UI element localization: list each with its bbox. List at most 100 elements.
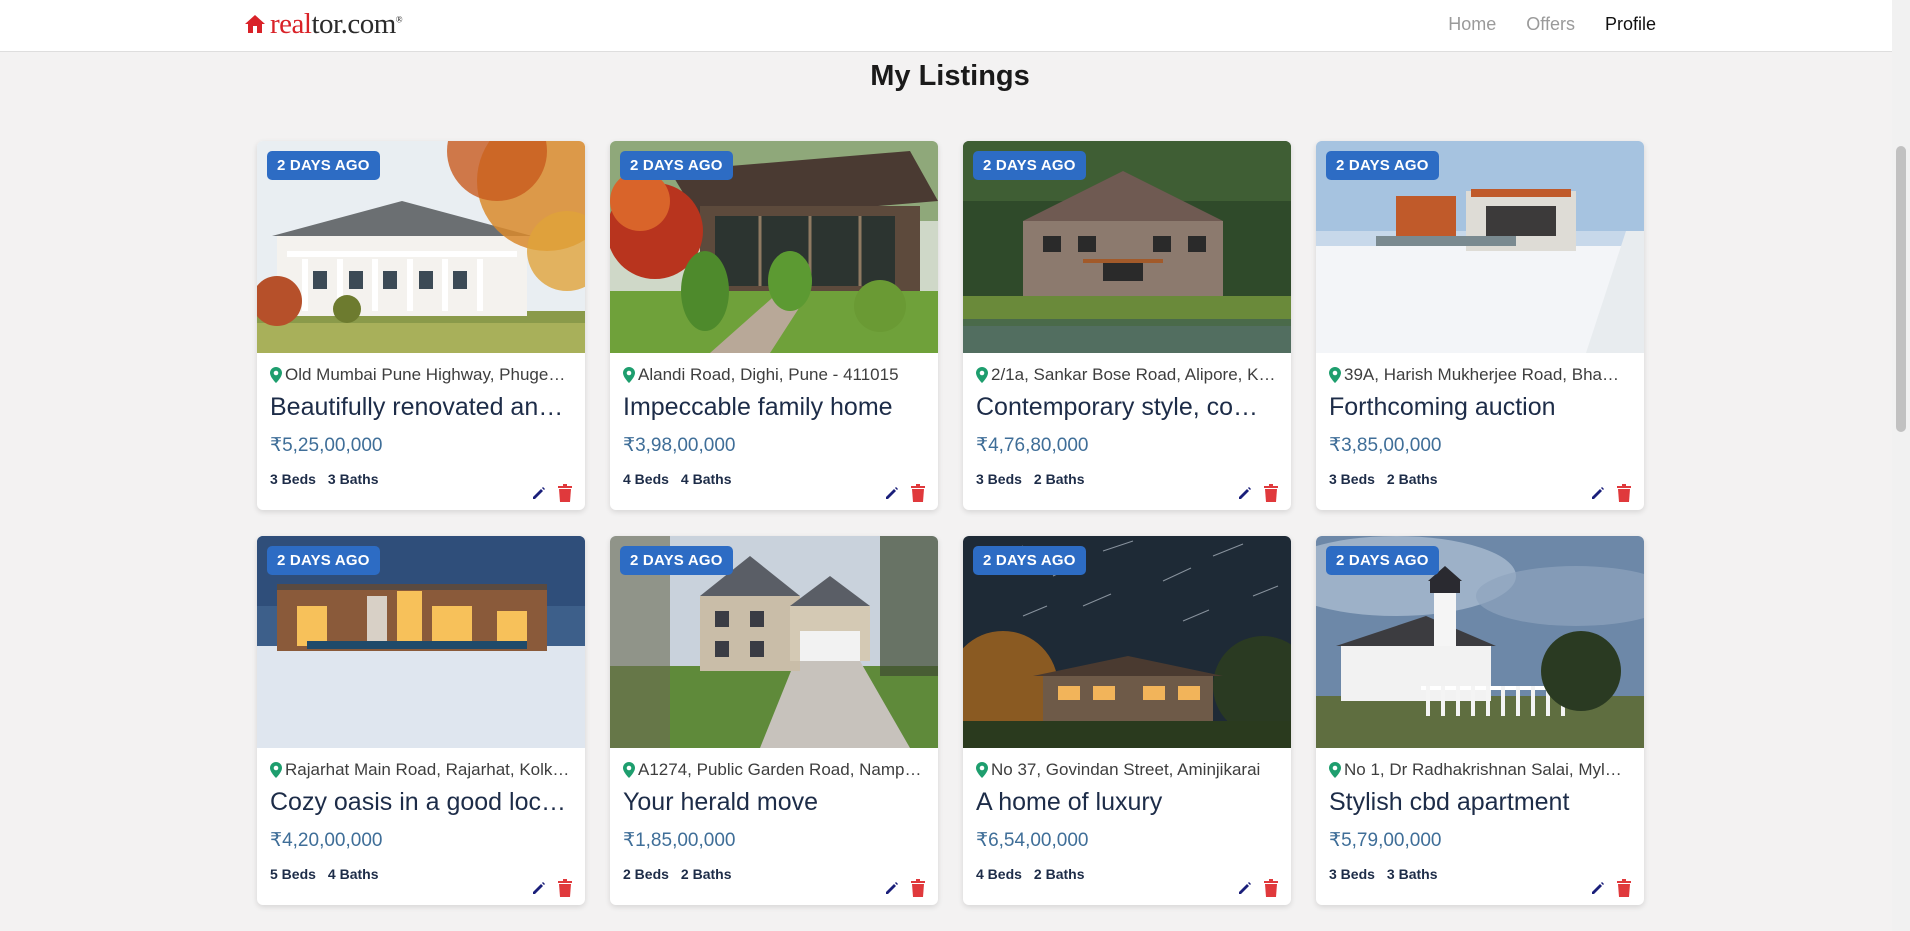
- listing-title[interactable]: Beautifully renovated and restored: [270, 393, 572, 422]
- listing-photo[interactable]: 2 DAYS AGO: [257, 141, 585, 353]
- listing-photo[interactable]: 2 DAYS AGO: [963, 536, 1291, 748]
- listing-card[interactable]: 2 DAYS AGO 2/1a, Sankar Bose Road, Alipo…: [963, 141, 1291, 510]
- delete-icon[interactable]: [1616, 484, 1632, 502]
- listing-card[interactable]: 2 DAYS AGO No 37, Govindan Street, Aminj…: [963, 536, 1291, 905]
- nav-links: Home Offers Profile: [1448, 0, 1656, 48]
- beds-count: 4 Beds: [623, 471, 669, 487]
- listings-grid: 2 DAYS AGO Old Mumbai Pune Highway, Phug…: [257, 141, 1644, 905]
- listing-specs: 4 Beds 2 Baths: [976, 866, 1278, 882]
- baths-count: 3 Baths: [1386, 866, 1438, 882]
- listing-address: Rajarhat Main Road, Rajarhat, Kolkata: [270, 760, 572, 780]
- location-pin-icon: [623, 367, 635, 383]
- listing-address: No 37, Govindan Street, Aminjikarai: [976, 760, 1278, 780]
- listing-photo[interactable]: 2 DAYS AGO: [610, 536, 938, 748]
- baths-count: 2 Baths: [1033, 471, 1085, 487]
- listing-address: No 1, Dr Radhakrishnan Salai, Mylapore: [1329, 760, 1631, 780]
- listed-time-badge: 2 DAYS AGO: [1326, 546, 1439, 575]
- scrollbar-thumb[interactable]: [1896, 146, 1906, 432]
- delete-icon[interactable]: [557, 879, 573, 897]
- listing-price: ₹4,76,80,000: [976, 435, 1089, 456]
- listing-address: 2/1a, Sankar Bose Road, Alipore, Kolkata: [976, 365, 1278, 385]
- listing-address: 39A, Harish Mukherjee Road, Bhawanipur: [1329, 365, 1631, 385]
- baths-count: 2 Baths: [1386, 471, 1438, 487]
- nav-profile-link[interactable]: Profile: [1605, 14, 1656, 35]
- listing-photo[interactable]: 2 DAYS AGO: [610, 141, 938, 353]
- edit-icon[interactable]: [1590, 485, 1606, 501]
- location-pin-icon: [270, 762, 282, 778]
- location-pin-icon: [976, 367, 988, 383]
- beds-count: 3 Beds: [1329, 866, 1375, 882]
- location-pin-icon: [1329, 762, 1341, 778]
- nav-home-link[interactable]: Home: [1448, 14, 1496, 35]
- listing-title[interactable]: Your herald move: [623, 788, 925, 817]
- edit-icon[interactable]: [531, 880, 547, 896]
- listed-time-badge: 2 DAYS AGO: [973, 151, 1086, 180]
- listing-address: Old Mumbai Pune Highway, Phugewadi: [270, 365, 572, 385]
- location-pin-icon: [623, 762, 635, 778]
- logo-wordmark: realtor.com®: [270, 7, 403, 40]
- listing-title[interactable]: Contemporary style, comfort: [976, 393, 1278, 422]
- beds-count: 4 Beds: [976, 866, 1022, 882]
- listing-title[interactable]: Forthcoming auction: [1329, 393, 1631, 422]
- edit-icon[interactable]: [884, 880, 900, 896]
- listing-title[interactable]: A home of luxury: [976, 788, 1278, 817]
- edit-icon[interactable]: [1590, 880, 1606, 896]
- listing-price: ₹3,98,00,000: [623, 435, 736, 456]
- top-navbar: realtor.com® Home Offers Profile: [0, 0, 1892, 52]
- listing-photo[interactable]: 2 DAYS AGO: [1316, 141, 1644, 353]
- page-scrollbar[interactable]: [1892, 0, 1910, 931]
- listing-price: ₹4,20,00,000: [270, 830, 383, 851]
- listing-specs: 4 Beds 4 Baths: [623, 471, 925, 487]
- edit-icon[interactable]: [1237, 485, 1253, 501]
- listed-time-badge: 2 DAYS AGO: [267, 151, 380, 180]
- baths-count: 4 Baths: [327, 866, 379, 882]
- location-pin-icon: [976, 762, 988, 778]
- delete-icon[interactable]: [1263, 879, 1279, 897]
- baths-count: 2 Baths: [1033, 866, 1085, 882]
- listing-title[interactable]: Stylish cbd apartment: [1329, 788, 1631, 817]
- listing-title[interactable]: Cozy oasis in a good location: [270, 788, 572, 817]
- location-pin-icon: [270, 367, 282, 383]
- listing-card[interactable]: 2 DAYS AGO A1274, Public Garden Road, Na…: [610, 536, 938, 905]
- listing-address: Alandi Road, Dighi, Pune - 411015: [623, 365, 925, 385]
- delete-icon[interactable]: [557, 484, 573, 502]
- listed-time-badge: 2 DAYS AGO: [620, 546, 733, 575]
- page-title: My Listings: [870, 60, 1030, 92]
- listing-photo[interactable]: 2 DAYS AGO: [1316, 536, 1644, 748]
- listing-price: ₹5,25,00,000: [270, 435, 383, 456]
- listing-card[interactable]: 2 DAYS AGO No 1, Dr Radhakrishnan Salai,…: [1316, 536, 1644, 905]
- listing-card[interactable]: 2 DAYS AGO Alandi Road, Dighi, Pune - 41…: [610, 141, 938, 510]
- listing-specs: 3 Beds 2 Baths: [976, 471, 1278, 487]
- edit-icon[interactable]: [531, 485, 547, 501]
- listed-time-badge: 2 DAYS AGO: [1326, 151, 1439, 180]
- edit-icon[interactable]: [884, 485, 900, 501]
- nav-offers-link[interactable]: Offers: [1526, 14, 1575, 35]
- listing-price: ₹3,85,00,000: [1329, 435, 1442, 456]
- beds-count: 3 Beds: [270, 471, 316, 487]
- listing-card[interactable]: 2 DAYS AGO Rajarhat Main Road, Rajarhat,…: [257, 536, 585, 905]
- listing-specs: 3 Beds 3 Baths: [1329, 866, 1631, 882]
- brand-logo[interactable]: realtor.com®: [244, 7, 403, 40]
- listing-price: ₹1,85,00,000: [623, 830, 736, 851]
- listed-time-badge: 2 DAYS AGO: [267, 546, 380, 575]
- beds-count: 2 Beds: [623, 866, 669, 882]
- beds-count: 3 Beds: [1329, 471, 1375, 487]
- listing-specs: 3 Beds 2 Baths: [1329, 471, 1631, 487]
- delete-icon[interactable]: [1263, 484, 1279, 502]
- location-pin-icon: [1329, 367, 1341, 383]
- listing-photo[interactable]: 2 DAYS AGO: [963, 141, 1291, 353]
- delete-icon[interactable]: [910, 879, 926, 897]
- listing-price: ₹6,54,00,000: [976, 830, 1089, 851]
- delete-icon[interactable]: [910, 484, 926, 502]
- listing-card[interactable]: 2 DAYS AGO Old Mumbai Pune Highway, Phug…: [257, 141, 585, 510]
- listing-specs: 2 Beds 2 Baths: [623, 866, 925, 882]
- beds-count: 5 Beds: [270, 866, 316, 882]
- listing-photo[interactable]: 2 DAYS AGO: [257, 536, 585, 748]
- listing-price: ₹5,79,00,000: [1329, 830, 1442, 851]
- delete-icon[interactable]: [1616, 879, 1632, 897]
- baths-count: 2 Baths: [680, 866, 732, 882]
- listing-card[interactable]: 2 DAYS AGO 39A, Harish Mukherjee Road, B…: [1316, 141, 1644, 510]
- baths-count: 4 Baths: [680, 471, 732, 487]
- edit-icon[interactable]: [1237, 880, 1253, 896]
- listing-title[interactable]: Impeccable family home: [623, 393, 925, 422]
